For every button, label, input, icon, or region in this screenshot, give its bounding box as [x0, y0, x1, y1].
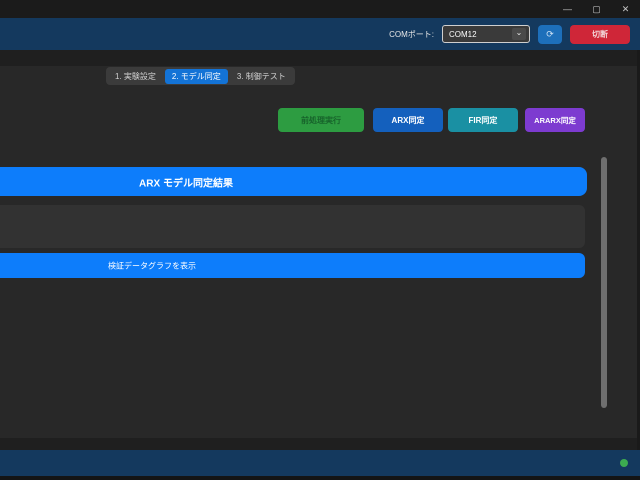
arx-identify-button[interactable]: ARX同定 [373, 108, 443, 132]
tab-model-identification[interactable]: 2. モデル同定 [164, 68, 228, 84]
preprocess-button[interactable]: 前処理実行 [278, 108, 364, 132]
identification-actions: 前処理実行 ARX同定 FIR同定 ARARX同定 [0, 108, 640, 132]
minimize-icon[interactable]: — [553, 0, 582, 18]
refresh-ports-button[interactable]: ⟳ [538, 24, 562, 44]
connection-status-indicator [620, 459, 628, 467]
ararx-identify-button[interactable]: ARARX同定 [525, 108, 585, 132]
disconnect-button[interactable]: 切断 [570, 24, 630, 44]
show-verification-graph-button[interactable]: 検証データグラフを表示 [0, 253, 585, 278]
maximize-icon[interactable]: ▢ [582, 0, 611, 18]
close-icon[interactable]: ✕ [611, 0, 640, 18]
statusbar [0, 450, 640, 476]
fir-identify-button[interactable]: FIR同定 [448, 108, 518, 132]
show-verification-graph-label: 検証データグラフを表示 [108, 261, 196, 270]
result-textarea[interactable] [0, 205, 585, 248]
com-port-label: COMポート: [389, 29, 434, 39]
tab-experiment-settings[interactable]: 1. 実験設定 [108, 69, 163, 84]
arx-results-title: ARX モデル同定結果 [139, 178, 233, 189]
window-bottom-edge [0, 476, 640, 480]
tab-control-test[interactable]: 3. 制御テスト [230, 69, 293, 84]
chevron-down-icon: ⌄ [512, 28, 526, 40]
refresh-icon: ⟳ [546, 29, 554, 39]
connection-header: COMポート: COM12 ⌄ ⟳ 切断 [0, 18, 640, 50]
arx-results-banner: ARX モデル同定結果 [0, 167, 587, 196]
step-tabs: 1. 実験設定 2. モデル同定 3. 制御テスト [106, 67, 295, 85]
com-port-value: COM12 [449, 29, 477, 39]
vertical-scrollbar[interactable] [601, 157, 607, 408]
com-port-select[interactable]: COM12 ⌄ [442, 25, 530, 43]
titlebar: — ▢ ✕ [0, 0, 640, 18]
app-window: — ▢ ✕ COMポート: COM12 ⌄ ⟳ 切断 1. 実験設定 2. モデ… [0, 0, 640, 480]
